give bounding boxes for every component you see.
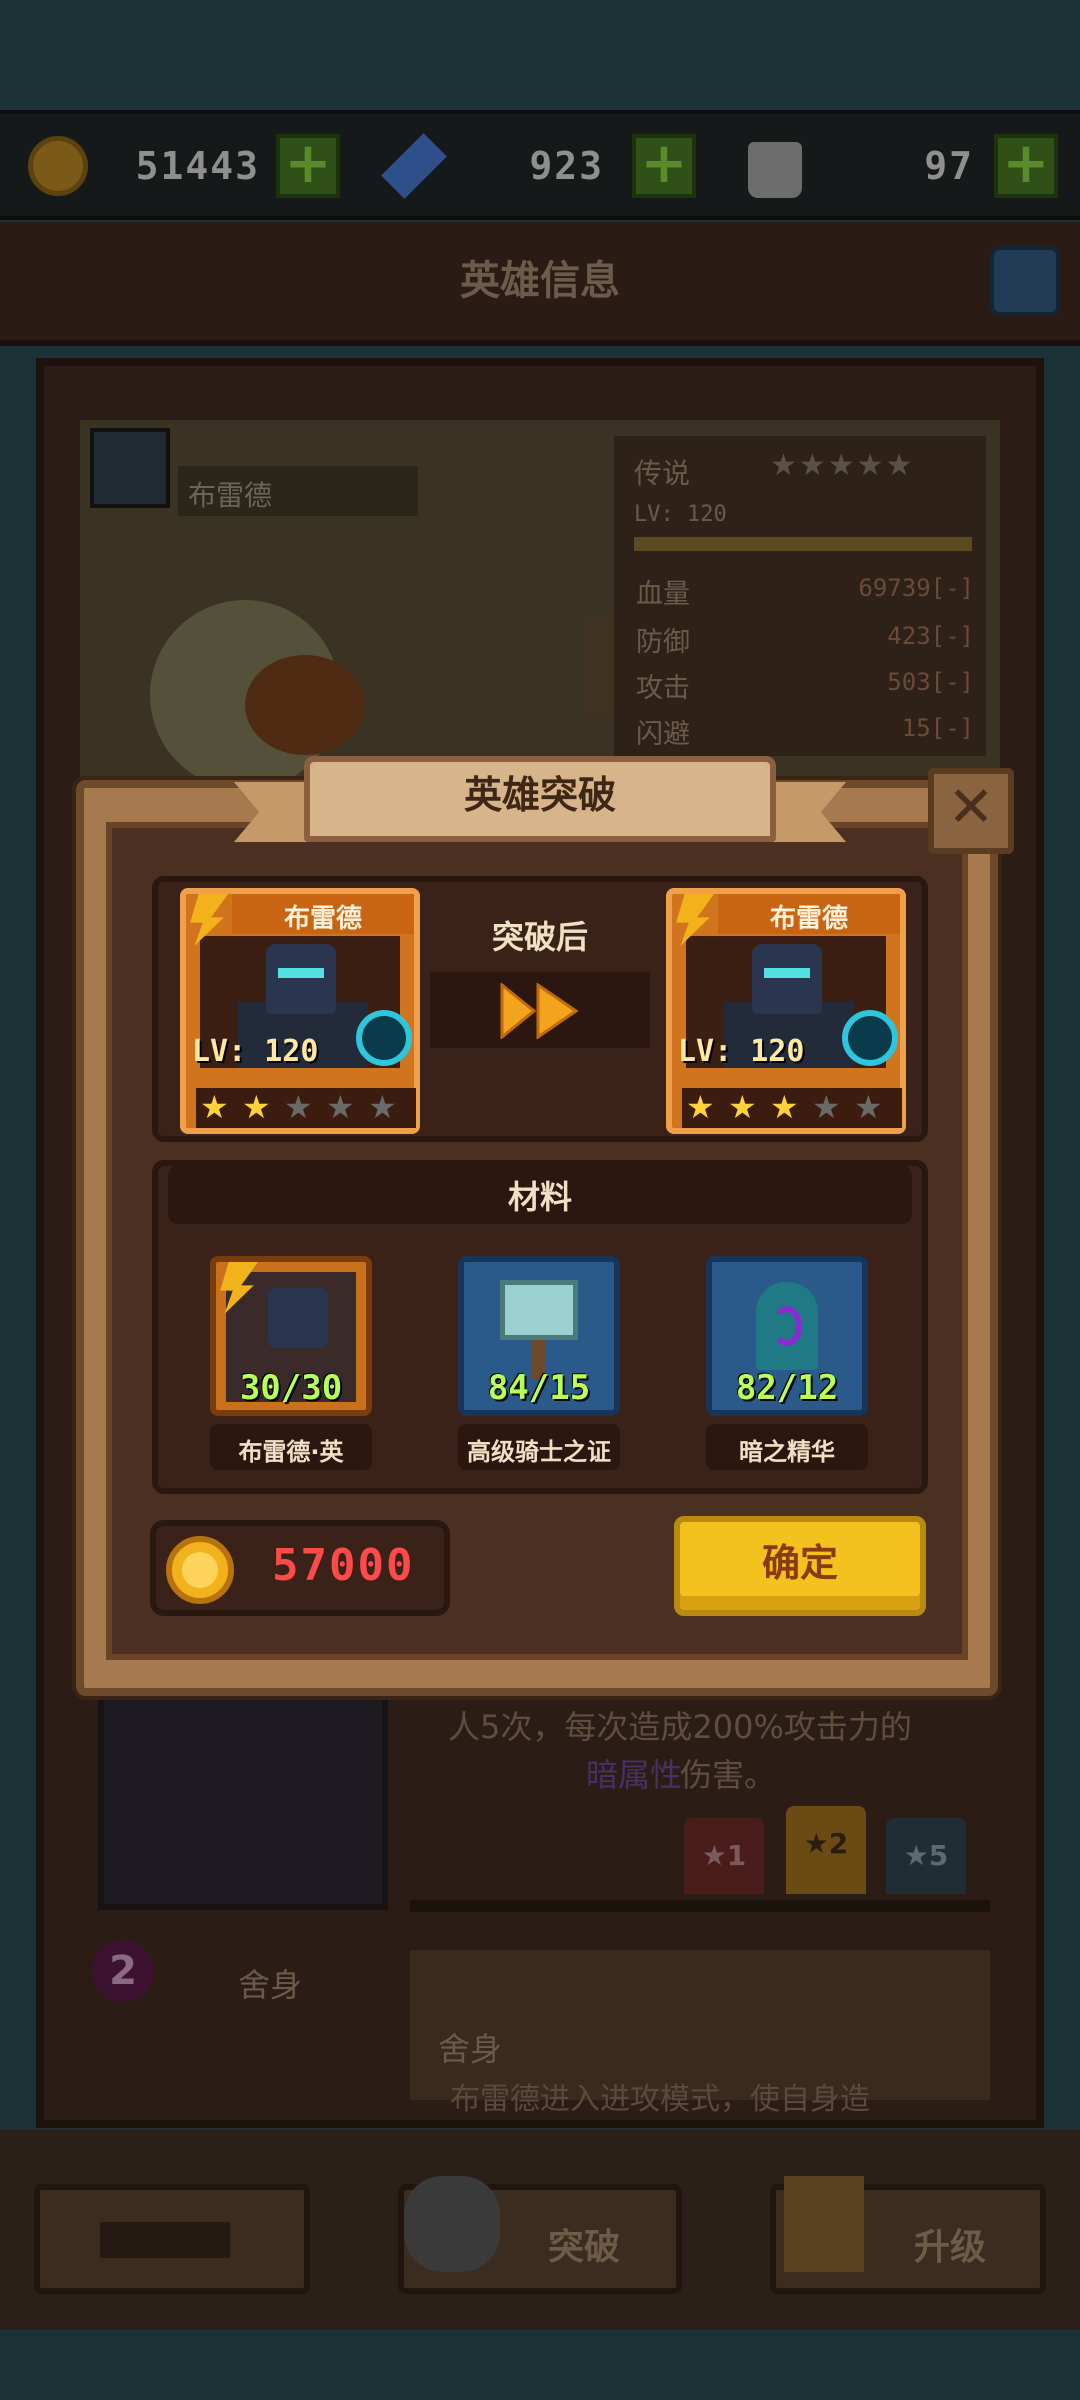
level-progress-bar [634,537,972,551]
material-name: 高级骑士之证 [467,1438,611,1466]
star-empty-icon: ★ [812,1088,841,1126]
page-title: 英雄信息 [460,258,620,304]
stat-label: 血量 [636,579,690,610]
hero-helmet [752,944,822,1014]
star-empty-icon: ★ [854,1088,883,1126]
hero-visor [764,968,810,978]
hero-helmet [266,944,336,1014]
card-hero-name: 布雷德 [283,904,362,934]
card-level: LV: 120 [678,1034,805,1069]
star-filled-icon: ★ [770,1088,799,1126]
star-filled-icon: ★ [686,1088,715,1126]
gem-icon [381,133,447,199]
material-count: 82/12 [735,1368,839,1408]
stat-value: 423[-] [887,622,974,650]
material-card-knight-badge[interactable]: 84/15 [458,1256,620,1416]
add-bag-button[interactable]: + [994,134,1058,198]
skill-description: 人5次，每次造成200%攻击力的 [448,1708,912,1746]
stat-label: 闪避 [636,719,690,750]
card-hero-name: 布雷德 [769,904,848,934]
bag-icon [748,142,802,198]
material-name: 暗之精华 [739,1438,835,1466]
stat-label: 攻击 [636,673,690,704]
bottom-strip [0,2336,1080,2400]
material-count: 84/15 [487,1368,591,1408]
add-gold-button[interactable]: + [276,134,340,198]
rarity-label: 传说 [634,457,691,490]
star-level-badge-1[interactable]: ★1 [684,1818,764,1894]
gem-amount: 923 [529,144,604,188]
skill2-name: 舍身 [238,1966,303,2004]
element-orb-icon [842,1010,898,1066]
upgrade-book-icon [784,2176,864,2272]
hero-visor [278,968,324,978]
hero-level: LV: 120 [634,502,727,527]
gold-amount: 51443 [135,144,260,188]
breakthrough-cost: 57000 [272,1540,415,1591]
card-level: LV: 120 [192,1034,319,1069]
knight-badge-icon [500,1280,578,1340]
skill-art-card[interactable] [98,1690,388,1910]
hero-card-after[interactable]: 布雷德 LV: 120 ★ ★ ★ ★ ★ [666,888,906,1134]
stat-value: 503[-] [887,668,974,696]
star-empty-icon: ★ [326,1088,355,1126]
gold-coin-icon [28,136,88,196]
add-gem-button[interactable]: + [632,134,696,198]
hero-shard-icon [268,1288,328,1348]
material-card-dark-essence[interactable]: 82/12 [706,1256,868,1416]
star-filled-icon: ★ [728,1088,757,1126]
after-breakthrough-label: 突破后 [491,918,588,956]
materials-title: 材料 [507,1178,572,1216]
hero-portrait-icon [90,428,170,508]
crescent-icon [772,1306,802,1346]
material-name: 布雷德·英 [238,1438,344,1466]
star-level-badge-2[interactable]: ★2 [786,1806,866,1894]
skill-number-badge: 2 [92,1940,154,2002]
star-filled-icon: ★ [200,1088,229,1126]
pumpkin-decoration [245,655,365,755]
star-filled-icon: ★ [242,1088,271,1126]
close-icon[interactable]: ✕ [928,768,1014,854]
currency-bar: 51443 + 923 + 97 + [0,110,1080,220]
material-card-hero-shard[interactable]: 30/30 [210,1256,372,1416]
skill-element-highlight: 暗属性 [586,1756,683,1794]
star-empty-icon: ★ [368,1088,397,1126]
helmet-icon [404,2176,500,2272]
stat-label: 防御 [636,627,690,658]
bag-amount: 97 [924,144,974,188]
element-orb-icon [356,1010,412,1066]
stat-value: 69739[-] [858,574,974,602]
divider [410,1900,990,1912]
gold-coin-face [182,1552,218,1588]
stat-value: 15[-] [901,714,974,742]
rarity-stars: ★★★★★ [770,448,915,483]
skill2-title: 舍身 [438,2030,503,2068]
skill-description-tail: 伤害。 [680,1756,777,1794]
fast-forward-icon [500,983,579,1039]
star-empty-icon: ★ [284,1088,313,1126]
star-level-badge-5[interactable]: ★5 [886,1818,966,1894]
material-count: 30/30 [239,1368,343,1408]
confirm-button-label[interactable]: 确定 [674,1532,926,1587]
skill2-description: 布雷德进入进攻模式，使自身造 [450,2082,870,2117]
breakthrough-tab-label: 突破 [548,2227,621,2268]
modal-title: 英雄突破 [463,773,616,817]
hero-name: 布雷德 [188,479,273,512]
hero-card-before[interactable]: 布雷德 LV: 120 ★ ★ ★ ★ ★ [180,888,420,1134]
upgrade-tab-label: 升级 [914,2227,987,2268]
back-arrow-icon [100,2222,230,2258]
save-icon[interactable] [990,246,1060,316]
